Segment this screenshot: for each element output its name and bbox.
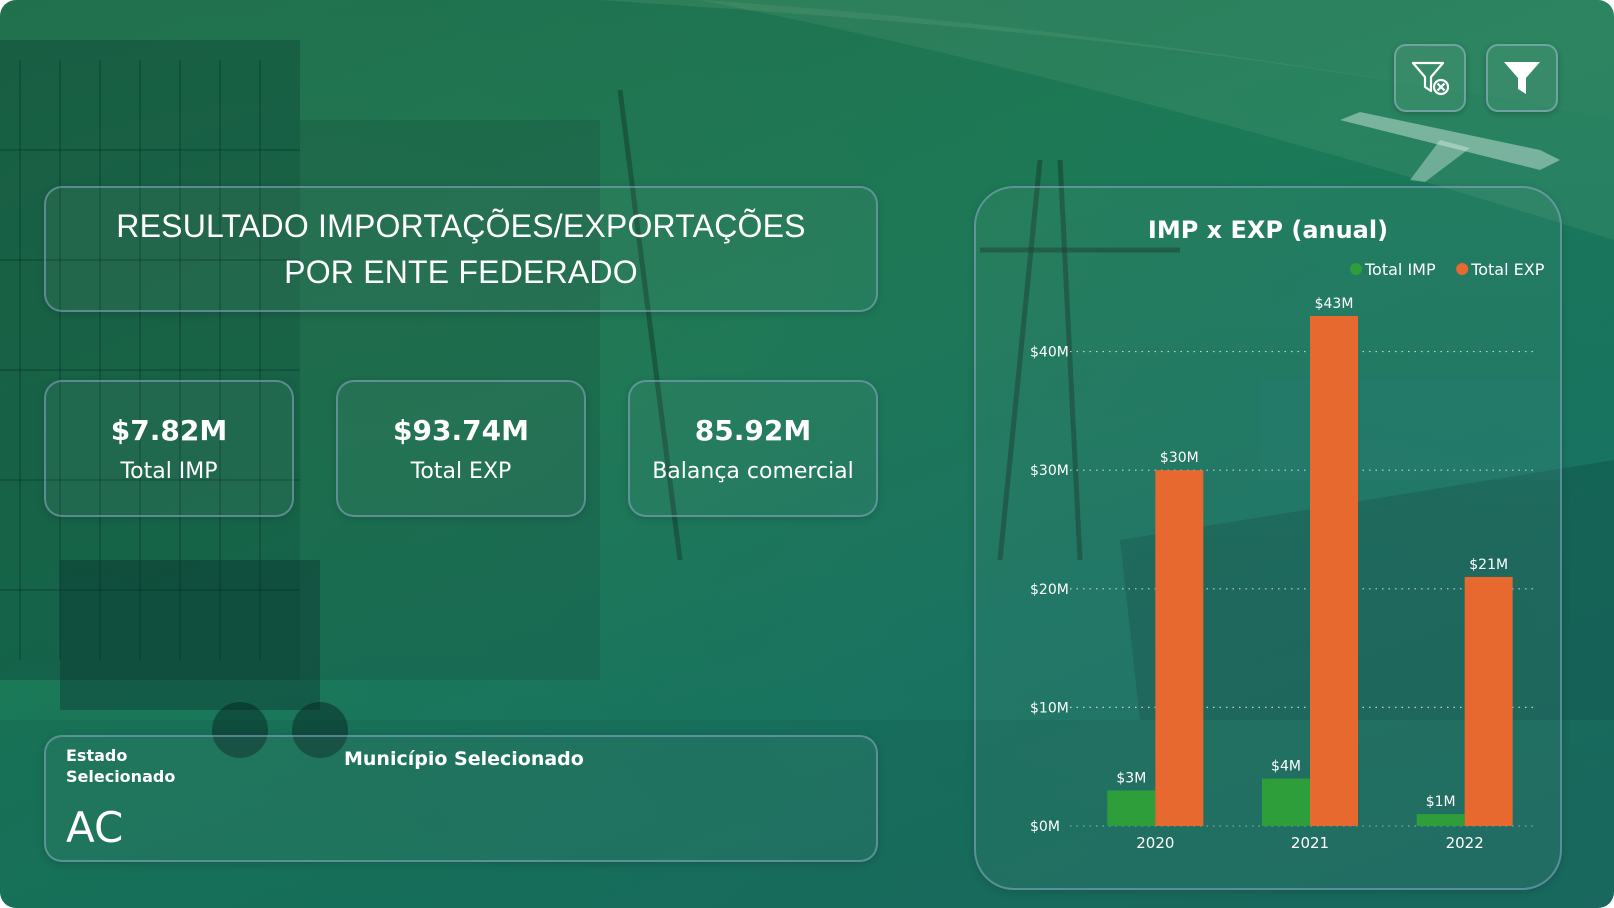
legend-marker [1350, 263, 1362, 275]
page-title-line1: RESULTADO IMPORTAÇÕES/EXPORTAÇÕES [116, 208, 806, 244]
clear-filters-button[interactable] [1394, 44, 1466, 112]
data-label: $43M [1315, 296, 1354, 312]
y-tick-label: $0M [1030, 819, 1060, 835]
bar-chart-imp-exp[interactable]: IMP x EXP (anual) Total IMP Total EXP $0M $1… [974, 186, 1562, 890]
municipio-selecionado-label: Município Selecionado [344, 748, 584, 770]
chart-title: IMP x EXP (anual) [1148, 216, 1388, 244]
estado-selecionado-value: AC [66, 803, 124, 852]
bar [1262, 778, 1310, 826]
y-tick-label: $30M [1030, 463, 1069, 479]
filter-clear-icon [1411, 61, 1450, 96]
legend-label: Total EXP [1470, 260, 1545, 279]
y-tick-label: $20M [1030, 582, 1069, 598]
filter-button[interactable] [1486, 44, 1558, 112]
x-tick-label: 2020 [1136, 834, 1174, 852]
kpi-value: $7.82M [110, 413, 228, 447]
filter-icon [1504, 62, 1540, 94]
kpi-card-balanca-comercial[interactable]: 85.92M Balança comercial [628, 380, 878, 517]
bar [1464, 576, 1513, 826]
x-tick-label: 2022 [1446, 834, 1484, 852]
kpi-label: Balança comercial [652, 458, 854, 484]
data-label: $21M [1469, 557, 1508, 573]
dashboard: RESULTADO IMPORTAÇÕES/EXPORTAÇÕES POR EN… [0, 0, 1614, 908]
x-tick-label: 2021 [1291, 834, 1329, 852]
data-label: $3M [1116, 770, 1146, 786]
title-card: RESULTADO IMPORTAÇÕES/EXPORTAÇÕES POR EN… [44, 186, 878, 312]
page-title-line2: POR ENTE FEDERADO [284, 254, 638, 290]
page-title: RESULTADO IMPORTAÇÕES/EXPORTAÇÕES POR EN… [116, 203, 805, 295]
data-label: $1M [1426, 794, 1456, 810]
kpi-label: Total IMP [120, 458, 218, 484]
kpi-card-total-exp[interactable]: $93.74M Total EXP [336, 380, 586, 517]
estado-selecionado-label: Estado Selecionado [66, 746, 176, 786]
kpi-card-total-imp[interactable]: $7.82M Total IMP [44, 380, 294, 517]
bar [1155, 470, 1204, 826]
selection-card: Estado Selecionado AC Município Selecion… [44, 735, 878, 862]
legend-label: Total IMP [1364, 260, 1436, 279]
data-label: $30M [1160, 450, 1199, 466]
bar [1416, 814, 1465, 826]
data-label: $4M [1271, 759, 1301, 775]
y-tick-label: $40M [1030, 345, 1069, 361]
bar [1310, 316, 1358, 826]
y-tick-label: $10M [1030, 700, 1069, 716]
bar [1107, 790, 1156, 826]
kpi-label: Total EXP [410, 458, 512, 484]
legend-marker [1456, 263, 1469, 275]
kpi-value: 85.92M [694, 413, 812, 447]
kpi-value: $93.74M [393, 413, 529, 447]
